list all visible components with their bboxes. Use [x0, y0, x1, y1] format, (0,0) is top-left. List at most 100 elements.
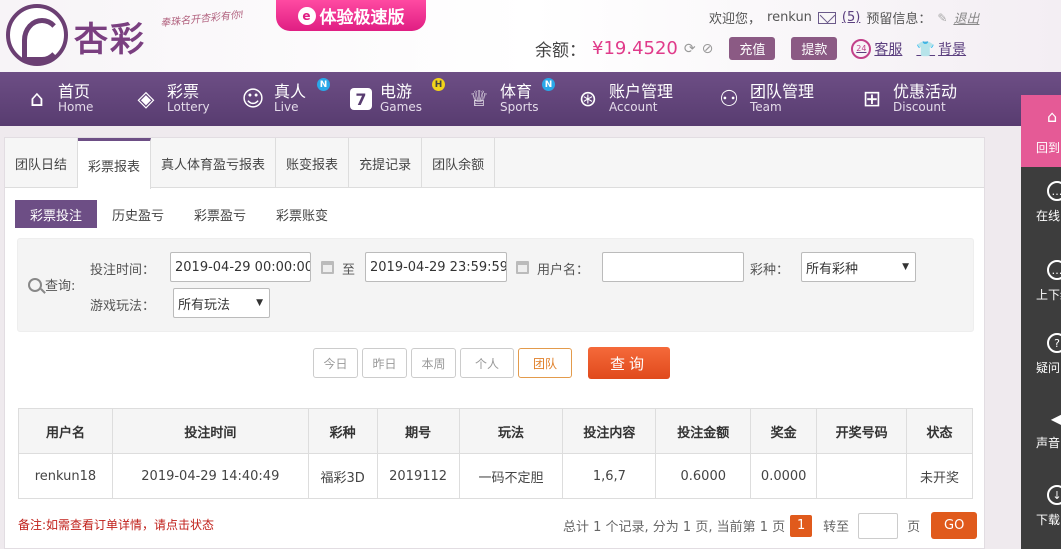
lottery-type-select[interactable]: 所有彩种 ▼: [801, 252, 916, 282]
dropdown-arrow-icon: ▼: [902, 262, 909, 272]
background-label: 背景: [938, 41, 967, 58]
current-page-button[interactable]: 1: [790, 514, 813, 537]
report-panel: 团队日结 彩票报表 真人体育盈亏报表 账变报表 充提记录 团队余额 彩票投注 历…: [4, 137, 985, 549]
mail-count-link[interactable]: (5): [842, 10, 860, 25]
sidebar-item-help[interactable]: ? 疑问: [1021, 333, 1061, 403]
slot-seven-icon: 7: [350, 88, 372, 110]
pagination: 总计 1 个记录, 分为 1 页, 当前第 1 页 1 转至 页 GO: [563, 512, 978, 539]
query-button[interactable]: 查询: [588, 347, 670, 379]
today-button[interactable]: 今日: [313, 348, 358, 378]
play-type-value: 所有玩法: [178, 297, 231, 313]
sub-tabs: 彩票投注 历史盈亏 彩票盈亏 彩票账变: [15, 200, 343, 228]
cell-play: 一码不定胆: [458, 453, 564, 499]
nav-item-account[interactable]: ⊛ 账户管理 Account: [575, 72, 673, 126]
page-unit-label: 页: [907, 520, 921, 535]
logo-icon[interactable]: [6, 4, 68, 66]
tab-live-sports-report[interactable]: 真人体育盈亏报表: [151, 138, 277, 188]
to-label: 至: [342, 263, 356, 278]
username-input[interactable]: [602, 252, 744, 282]
status-link[interactable]: 未开奖: [906, 453, 973, 499]
cell-draw-number: [816, 453, 908, 499]
service-label: 客服: [874, 41, 903, 58]
sidebar-label: 在线: [1036, 209, 1061, 223]
page-jump-input[interactable]: [858, 512, 899, 539]
message-icon: …: [1047, 260, 1061, 280]
sidebar-label: 下载: [1036, 513, 1061, 527]
gift-icon: ⊞: [862, 86, 882, 112]
calendar-icon[interactable]: [516, 261, 529, 274]
subtab-lottery-account-change[interactable]: 彩票账变: [261, 200, 343, 228]
tab-team-daily[interactable]: 团队日结: [5, 138, 79, 188]
column-header: 彩种: [307, 408, 378, 454]
end-time-input[interactable]: 2019-04-29 23:59:59: [365, 252, 507, 282]
remark-note: 备注:如需查看订单详情，请点击状态: [18, 518, 215, 532]
hide-balance-icon[interactable]: ⊘: [702, 41, 714, 57]
subtab-history-profit[interactable]: 历史盈亏: [97, 200, 179, 228]
nav-item-lottery[interactable]: ◈ 彩票 Lottery: [133, 72, 210, 126]
nav-item-team[interactable]: ⚇ 团队管理 Team: [716, 72, 814, 126]
top-header: 杏彩 奉珠名开杏彩有你! e 体验极速版 欢迎您， renkun (5) 预留信…: [0, 0, 1061, 72]
nav-label: 首页: [58, 82, 91, 102]
nav-label: 彩票: [167, 82, 200, 102]
sidebar-item-hierarchy[interactable]: … 上下级: [1021, 260, 1061, 330]
nav-label: 电游: [380, 82, 413, 102]
mail-icon[interactable]: [817, 11, 836, 24]
tab-deposit-withdraw[interactable]: 充提记录: [349, 138, 423, 188]
report-tabs: 团队日结 彩票报表 真人体育盈亏报表 账变报表 充提记录 团队余额: [5, 138, 984, 189]
fast-version-button[interactable]: e 体验极速版: [276, 0, 426, 31]
nav-label: 体育: [500, 82, 533, 102]
cell-issue: 2019112: [376, 453, 460, 499]
calendar-icon[interactable]: [321, 261, 334, 274]
start-time-input[interactable]: 2019-04-29 00:00:00: [170, 252, 311, 282]
background-link[interactable]: 👕 背景: [916, 39, 966, 59]
refresh-icon[interactable]: ⟳: [684, 41, 696, 57]
this-week-button[interactable]: 本周: [411, 348, 456, 378]
tab-account-change[interactable]: 账变报表: [276, 138, 350, 188]
quick-filter-row: 今日 昨日 本周 个人 团队: [313, 348, 572, 378]
nav-sublabel: Account: [609, 100, 658, 115]
withdraw-button[interactable]: 提款: [791, 37, 838, 60]
dropdown-arrow-icon: ▼: [256, 298, 263, 308]
nav-item-games[interactable]: 7 电游 Games H: [350, 72, 445, 126]
new-badge: N: [542, 78, 555, 91]
edit-icon[interactable]: ✎: [937, 11, 947, 25]
logout-link[interactable]: 退出: [953, 8, 979, 27]
nav-item-discount[interactable]: ⊞ 优惠活动 Discount: [859, 72, 957, 126]
tab-lottery-report[interactable]: 彩票报表: [78, 138, 152, 189]
play-type-label: 游戏玩法：: [90, 299, 156, 314]
nav-sublabel: Live: [274, 100, 299, 115]
hot-badge: H: [432, 78, 445, 91]
column-header: 投注内容: [562, 408, 657, 454]
tab-team-balance[interactable]: 团队余额: [422, 138, 496, 188]
back-to-top-button[interactable]: ⌂ 回到: [1021, 95, 1061, 167]
nav-item-home[interactable]: ⌂ 首页 Home: [24, 72, 93, 126]
nav-item-live[interactable]: ☺ 真人 Live N: [240, 72, 330, 126]
brand-logo-text[interactable]: 杏彩: [74, 12, 146, 61]
subtab-lottery-bets[interactable]: 彩票投注: [15, 200, 98, 228]
yesterday-button[interactable]: 昨日: [362, 348, 407, 378]
sidebar-label: 声音: [1036, 436, 1061, 450]
nav-item-sports[interactable]: ♕ 体育 Sports N: [466, 72, 555, 126]
nav-label: 账户管理: [609, 82, 674, 102]
balance-label: 余额：: [535, 41, 586, 61]
play-type-select[interactable]: 所有玩法 ▼: [173, 288, 270, 318]
nav-sublabel: Games: [380, 100, 422, 115]
bet-time-label: 投注时间：: [90, 263, 156, 278]
column-header: 期号: [376, 408, 460, 454]
go-button[interactable]: GO: [931, 512, 978, 539]
column-header: 奖金: [750, 408, 818, 454]
column-header: 开奖号码: [816, 408, 908, 454]
customer-service-link[interactable]: 24 客服: [851, 38, 903, 59]
team-button[interactable]: 团队: [518, 348, 572, 378]
sidebar-item-online[interactable]: … 在线: [1021, 181, 1061, 251]
shirt-icon: 👕: [916, 39, 936, 58]
deposit-button[interactable]: 充值: [729, 37, 776, 60]
personal-button[interactable]: 个人: [460, 348, 514, 378]
home-icon: ⌂: [1047, 107, 1058, 126]
new-badge: N: [317, 78, 330, 91]
username-text: renkun: [767, 10, 812, 25]
subtab-lottery-profit[interactable]: 彩票盈亏: [179, 200, 261, 228]
sidebar-item-download[interactable]: ↓ 下载: [1021, 485, 1061, 549]
sidebar-item-sound[interactable]: ◀ 声音: [1021, 408, 1061, 478]
lightning-icon: e: [297, 6, 316, 25]
